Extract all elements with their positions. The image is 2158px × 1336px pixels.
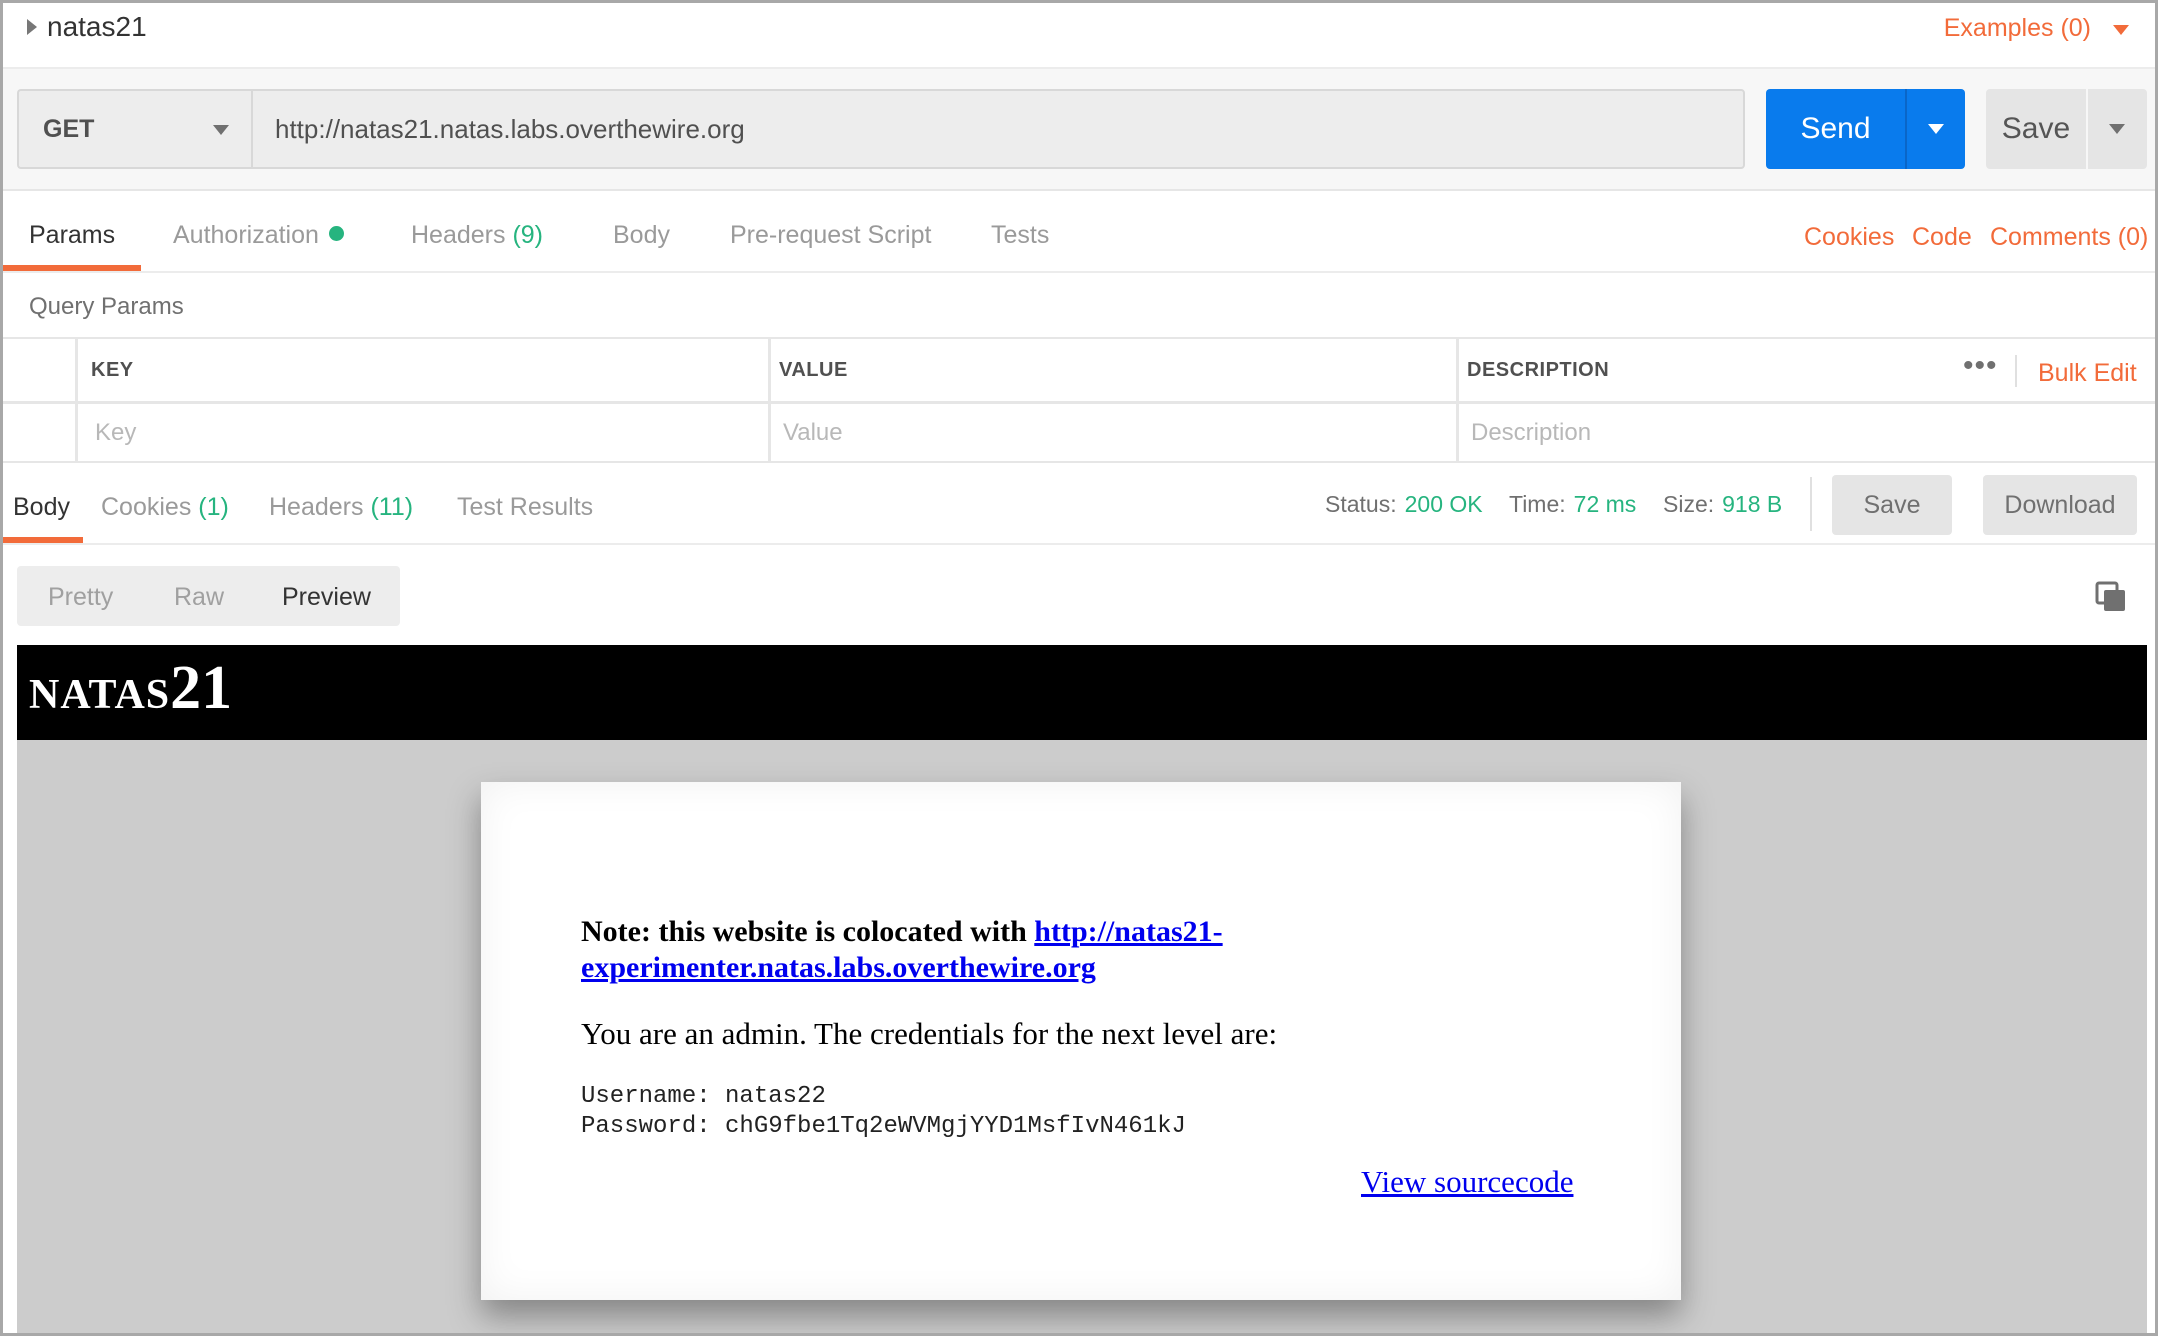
status-value: 200 OK: [1404, 491, 1483, 517]
tab-headers-label: Headers: [411, 221, 506, 249]
view-raw[interactable]: Raw: [174, 583, 224, 612]
key-column-header: KEY: [91, 359, 134, 381]
size-label: Size:: [1663, 491, 1715, 517]
tab-headers[interactable]: Headers (9): [411, 221, 543, 250]
time-readout: Time: 72 ms: [1509, 491, 1636, 518]
logo-text: NATAS: [29, 672, 171, 718]
response-cookies-count: (1): [198, 493, 229, 521]
send-divider: [1905, 89, 1907, 169]
comments-link[interactable]: Comments (0): [1990, 223, 2148, 252]
column-divider: [1456, 339, 1459, 463]
method-label: GET: [43, 115, 95, 143]
admin-message: You are an admin. The credentials for th…: [581, 1016, 1278, 1051]
response-preview: NATAS21 Note: this website is colocated …: [17, 645, 2147, 1333]
chevron-down-icon[interactable]: [2113, 25, 2129, 35]
tab-response-body[interactable]: Body: [13, 493, 70, 522]
response-headers-count: (11): [370, 493, 414, 521]
size-value: 918 B: [1722, 491, 1783, 517]
logo-number: 21: [170, 654, 233, 722]
preview-logo: NATAS21: [29, 653, 232, 724]
colocation-note: Note: this website is colocated with htt…: [581, 914, 1301, 986]
more-options-icon[interactable]: •••: [1963, 349, 1998, 383]
column-divider: [75, 339, 78, 463]
description-input[interactable]: Description: [1471, 419, 1591, 447]
examples-link[interactable]: Examples (0): [1944, 14, 2091, 43]
url-input[interactable]: [251, 89, 1745, 169]
size-readout: Size: 918 B: [1663, 491, 1782, 518]
status-dot-icon: [328, 226, 344, 241]
active-tab-indicator: [3, 265, 141, 271]
password-line: Password: chG9fbe1Tq2eWVMgjYYD1MsfIvN461…: [581, 1113, 1186, 1140]
status-label: Status:: [1325, 491, 1397, 517]
header-divider: [2015, 355, 2017, 387]
download-button[interactable]: Download: [1983, 475, 2137, 535]
time-label: Time:: [1509, 491, 1566, 517]
copy-icon[interactable]: [2095, 581, 2127, 613]
send-label[interactable]: Send: [1766, 89, 1905, 169]
meta-divider: [1810, 477, 1812, 531]
tab-pre-request-script[interactable]: Pre-request Script: [730, 221, 931, 250]
cookies-link[interactable]: Cookies: [1804, 223, 1894, 252]
expand-caret-icon[interactable]: [27, 19, 37, 35]
description-column-header: DESCRIPTION: [1467, 359, 1610, 381]
query-params-table: KEY VALUE DESCRIPTION ••• Bulk Edit Key …: [3, 337, 2155, 463]
value-input[interactable]: Value: [783, 419, 843, 447]
code-link[interactable]: Code: [1912, 223, 1972, 252]
tab-authorization-label: Authorization: [173, 221, 319, 249]
send-options-icon[interactable]: [1928, 124, 1944, 134]
chevron-down-icon: [213, 125, 229, 135]
request-tabs: Params Authorization Headers (9) Body Pr…: [3, 191, 2155, 273]
request-name[interactable]: natas21: [47, 11, 147, 43]
tab-tests[interactable]: Tests: [991, 221, 1049, 250]
save-button[interactable]: Save: [1986, 89, 2147, 169]
active-tab-indicator: [3, 537, 83, 543]
username-line: Username: natas22: [581, 1083, 826, 1110]
preview-header: NATAS21: [17, 645, 2147, 740]
tab-response-cookies-label: Cookies: [101, 493, 192, 521]
preview-content-card: Note: this website is colocated with htt…: [481, 782, 1681, 1300]
query-params-title: Query Params: [29, 293, 184, 320]
bulk-edit-link[interactable]: Bulk Edit: [2038, 359, 2137, 388]
save-options-icon[interactable]: [2109, 124, 2125, 134]
headers-count: (9): [512, 221, 544, 249]
view-preview[interactable]: Preview: [282, 583, 371, 612]
response-view-toggle: Pretty Raw Preview: [17, 566, 400, 626]
value-column-header: VALUE: [779, 359, 848, 381]
note-text: Note: this website is colocated with: [581, 915, 1035, 948]
tab-test-results[interactable]: Test Results: [457, 493, 593, 522]
response-bar: Body Cookies (1) Headers (11) Test Resul…: [3, 463, 2155, 545]
key-input[interactable]: Key: [95, 419, 136, 447]
tab-response-headers-label: Headers: [269, 493, 364, 521]
save-response-button[interactable]: Save: [1832, 475, 1952, 535]
view-pretty[interactable]: Pretty: [48, 583, 113, 612]
method-select[interactable]: GET: [17, 89, 251, 169]
tab-params[interactable]: Params: [29, 221, 115, 250]
time-value: 72 ms: [1573, 491, 1637, 517]
request-title-bar: natas21 Examples (0): [3, 3, 2155, 69]
tab-response-headers[interactable]: Headers (11): [269, 493, 413, 522]
view-sourcecode-link[interactable]: View sourcecode: [1361, 1164, 1573, 1200]
save-label[interactable]: Save: [1986, 89, 2086, 169]
column-divider: [768, 339, 771, 463]
status-readout: Status: 200 OK: [1325, 491, 1483, 518]
send-button[interactable]: Send: [1766, 89, 1965, 169]
url-bar: GET Send Save: [3, 69, 2155, 191]
credentials-block: Username: natas22 Password: chG9fbe1Tq2eW…: [581, 1082, 1186, 1142]
tab-response-cookies[interactable]: Cookies (1): [101, 493, 229, 522]
tab-authorization[interactable]: Authorization: [173, 221, 344, 250]
save-divider: [2086, 89, 2088, 169]
tab-body[interactable]: Body: [613, 221, 670, 250]
postman-window: natas21 Examples (0) GET Send Save Param…: [0, 0, 2158, 1336]
row-divider: [3, 401, 2155, 404]
